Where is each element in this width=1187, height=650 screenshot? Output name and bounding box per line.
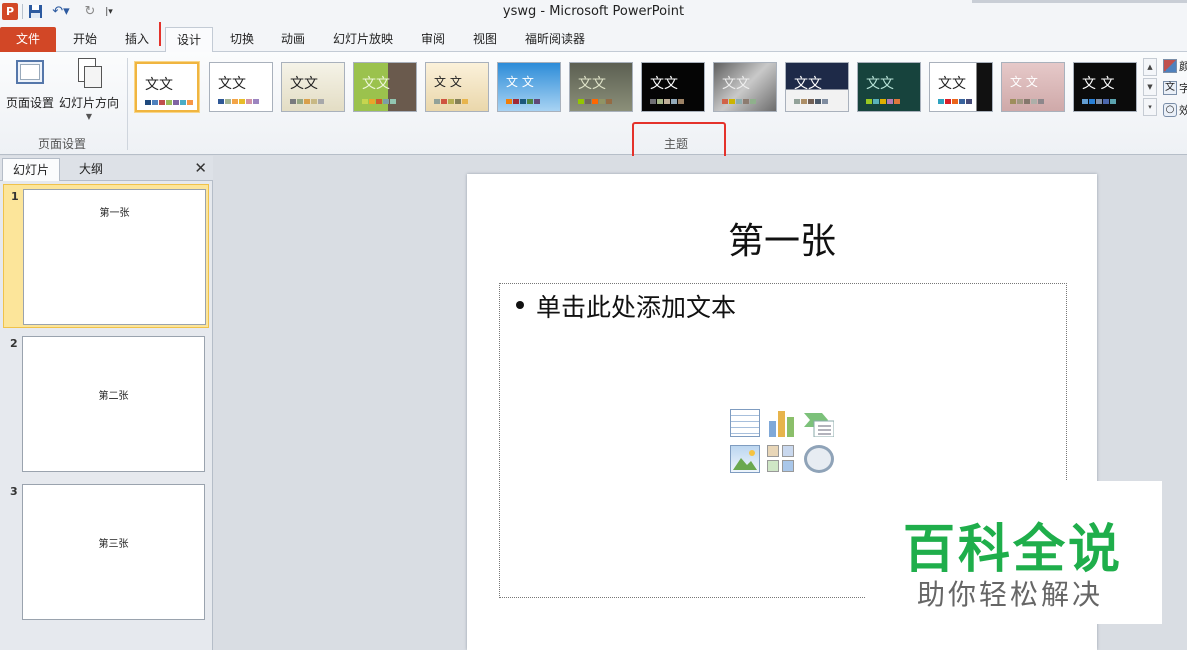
slide-number: 2: [10, 337, 18, 350]
theme-elemental[interactable]: 文 文: [1073, 62, 1137, 112]
theme-sample-text: 文 文: [506, 75, 534, 89]
page-setup-icon: [14, 58, 46, 88]
theme-sample-text: 文文: [938, 76, 966, 92]
slide-number: 1: [11, 190, 19, 203]
tab-file[interactable]: 文件: [0, 27, 56, 52]
slide-thumbnail-3[interactable]: 3 第三张: [3, 480, 209, 624]
gallery-more[interactable]: ▾: [1143, 98, 1157, 116]
page-setup-button[interactable]: 页面设置: [4, 58, 56, 128]
theme-aspect[interactable]: 文 文: [497, 62, 561, 112]
title-bar-edge: [972, 0, 1187, 3]
theme-sample-text: 文文: [290, 76, 318, 92]
theme-fonts-button[interactable]: 文 字: [1163, 80, 1187, 96]
theme-effects-label: 效: [1179, 104, 1187, 117]
font-icon: 文: [1163, 81, 1177, 95]
watermark-logo: 百科全说 助你轻松解决: [865, 481, 1162, 624]
tab-transitions[interactable]: 切换: [219, 27, 265, 52]
tab-insert[interactable]: 插入: [114, 27, 160, 52]
tab-animations[interactable]: 动画: [270, 27, 316, 52]
theme-sample-text: 文 文: [1082, 76, 1115, 92]
theme-sample-text: 文文: [145, 77, 173, 93]
theme-concourse[interactable]: 文文: [929, 62, 993, 112]
slide-thumb-title: 第三张: [98, 539, 129, 550]
theme-colors-button[interactable]: 颜: [1163, 58, 1187, 74]
theme-black-tie[interactable]: 文文: [641, 62, 705, 112]
ribbon-design: 页面设置 幻灯片方向 ▼ 页面设置 文文 文文 文文 文文 文 文 文 文 文文…: [0, 52, 1187, 155]
placeholder-text: 单击此处添加文本: [536, 293, 737, 322]
watermark-title: 百科全说: [903, 520, 1124, 580]
theme-angles[interactable]: 文文: [281, 62, 345, 112]
slides-panel: 幻灯片 大纲 ✕ 1 第一张 2 第二张 3 第三张: [0, 156, 213, 650]
smartart-icon[interactable]: [804, 411, 835, 439]
theme-clarity[interactable]: 文文: [785, 62, 849, 112]
media-icon[interactable]: [804, 445, 834, 473]
ribbon-tabs: 文件 开始 插入 设计 切换 动画 幻灯片放映 审阅 视图 福昕阅读器: [0, 24, 1187, 53]
tab-foxit-reader[interactable]: 福昕阅读器: [514, 27, 596, 52]
theme-colors-label: 颜: [1179, 60, 1187, 73]
clipart-icon[interactable]: [767, 445, 797, 473]
color-palette-icon: [1163, 59, 1177, 73]
theme-adjacency[interactable]: 文文: [209, 62, 273, 112]
slide-thumb-page: 第一张: [23, 189, 206, 325]
theme-sample-text: 文文: [794, 76, 822, 92]
theme-apex[interactable]: 文文: [353, 62, 417, 112]
annotation-line: [159, 22, 161, 46]
watermark-subtitle: 助你轻松解决: [917, 578, 1104, 611]
gallery-scroll-up[interactable]: ▲: [1143, 58, 1157, 76]
gallery-scroll-down[interactable]: ▼: [1143, 78, 1157, 96]
slide-thumb-page: 第三张: [22, 484, 205, 620]
theme-sample-text: 文文: [218, 76, 246, 92]
page-setup-label: 页面设置: [5, 96, 54, 110]
theme-sample-text: 文文: [578, 76, 606, 92]
slide-thumb-title: 第一张: [99, 208, 130, 219]
theme-sample-text: 文文: [722, 76, 750, 92]
theme-sample-text: 文文: [362, 76, 390, 92]
tab-view[interactable]: 视图: [462, 27, 508, 52]
page-setup-group-label: 页面设置: [37, 137, 86, 151]
theme-apothecary[interactable]: 文 文: [425, 62, 489, 112]
slide-thumbnail-2[interactable]: 2 第二张: [3, 332, 209, 476]
bullet-icon: [516, 301, 524, 309]
theme-sample-text: 文 文: [434, 75, 462, 89]
tab-outline[interactable]: 大纲: [60, 158, 122, 181]
theme-couture[interactable]: 文 文: [1001, 62, 1065, 112]
slide-orientation-label: 幻灯片方向: [58, 96, 119, 110]
slide-thumb-title: 第二张: [98, 391, 129, 402]
tab-review[interactable]: 审阅: [410, 27, 456, 52]
tab-design[interactable]: 设计: [165, 27, 213, 53]
window-title: yswg - Microsoft PowerPoint: [502, 4, 685, 19]
theme-fonts-label: 字: [1179, 82, 1187, 95]
slide-thumbnail-1[interactable]: 1 第一张: [3, 184, 209, 328]
theme-civic[interactable]: 文文: [713, 62, 777, 112]
theme-effects-button[interactable]: ○ 效: [1163, 102, 1187, 118]
title-bar: P ↶▾ ↻ |▾ yswg - Microsoft PowerPoint: [0, 0, 1187, 24]
group-separator: [127, 58, 128, 150]
chart-icon[interactable]: [767, 409, 797, 437]
theme-austin[interactable]: 文文: [569, 62, 633, 112]
insert-content-icons: [730, 409, 835, 475]
slide-orientation-icon: [73, 58, 105, 88]
theme-sample-text: 文文: [650, 76, 678, 92]
theme-sample-text: 文 文: [1010, 75, 1038, 89]
chevron-down-icon: ▼: [85, 112, 93, 121]
close-icon[interactable]: ✕: [194, 159, 207, 177]
slide-thumb-page: 第二张: [22, 336, 205, 472]
panel-tabs: 幻灯片 大纲 ✕: [0, 156, 213, 181]
theme-sample-text: 文文: [866, 76, 894, 92]
theme-office[interactable]: 文文: [135, 62, 199, 112]
slide-title[interactable]: 第一张: [467, 212, 1097, 264]
tab-slides[interactable]: 幻灯片: [2, 158, 60, 181]
tab-slideshow[interactable]: 幻灯片放映: [322, 27, 404, 52]
table-icon[interactable]: [730, 409, 760, 437]
slide-number: 3: [10, 485, 18, 498]
slide-orientation-button[interactable]: 幻灯片方向 ▼: [58, 58, 120, 128]
effects-icon: ○: [1163, 103, 1177, 117]
theme-composite[interactable]: 文文: [857, 62, 921, 112]
tab-home[interactable]: 开始: [62, 27, 108, 52]
picture-icon[interactable]: [730, 445, 760, 473]
